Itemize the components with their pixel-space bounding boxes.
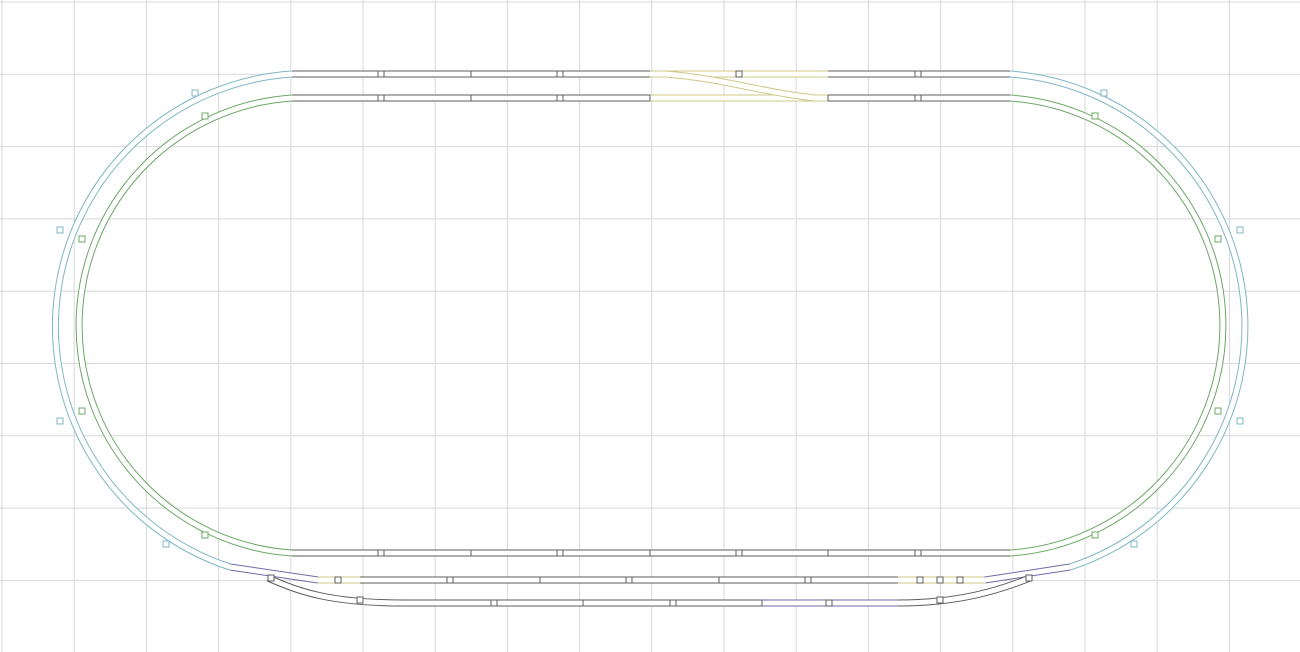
track-joiner <box>914 94 922 102</box>
outer-loop-left-curve <box>51 70 293 571</box>
track-joiner <box>625 576 633 584</box>
track-joiner <box>735 549 743 557</box>
outer-loop-joiner <box>1130 540 1138 548</box>
outer-loop-left-curve-bed <box>51 70 293 571</box>
track-joiner <box>377 70 385 78</box>
track-joiner <box>914 549 922 557</box>
track-joiner <box>956 576 964 584</box>
track-joiner <box>825 599 833 607</box>
track-joiner <box>267 574 275 582</box>
track-joiner <box>936 596 944 604</box>
inner-loop-joiner <box>1214 235 1222 243</box>
outer-loop-joiner <box>1100 89 1108 97</box>
top-turnout-diverging <box>664 70 816 102</box>
outer-loop-right-curve-gap <box>1009 71 1248 570</box>
track-joiner <box>669 599 677 607</box>
track-joiner <box>804 576 812 584</box>
outer-loop-joiner <box>56 417 64 425</box>
track-joiner <box>334 576 342 584</box>
track-joiner <box>916 576 924 584</box>
inner-loop-joiner <box>1091 112 1099 120</box>
track-joiner <box>556 70 564 78</box>
inner-loop-joiner <box>78 235 86 243</box>
track-joiner <box>446 576 454 584</box>
outer-loop-joiner <box>56 226 64 234</box>
track-joiner <box>556 549 564 557</box>
inner-loop-joiner <box>1091 531 1099 539</box>
track-joiner <box>377 549 385 557</box>
outer-loop-left-curve-gap <box>52 71 293 570</box>
track-plan-diagram <box>0 0 1300 652</box>
outer-loop-joiner <box>162 540 170 548</box>
inner-loop-joiner <box>201 112 209 120</box>
track-joiner <box>914 70 922 78</box>
track-joiner <box>377 94 385 102</box>
outer-loop-right-curve-bed <box>1009 70 1249 571</box>
track-joiner <box>356 596 364 604</box>
inner-loop-joiner <box>78 407 86 415</box>
tracks <box>51 70 1249 607</box>
outer-loop-joiner <box>1236 417 1244 425</box>
track-joiner <box>936 576 944 584</box>
top-turnout-diverging-gap <box>664 71 816 101</box>
outer-loop-joiner <box>1236 226 1244 234</box>
track-joiner <box>735 70 743 78</box>
track-joiner <box>556 94 564 102</box>
track-joiner <box>1025 574 1033 582</box>
outer-loop-right-curve <box>1009 70 1249 571</box>
outer-loop-joiner <box>191 89 199 97</box>
track-joiner <box>490 599 498 607</box>
inner-loop-joiner <box>1214 407 1222 415</box>
inner-loop-joiner <box>201 531 209 539</box>
